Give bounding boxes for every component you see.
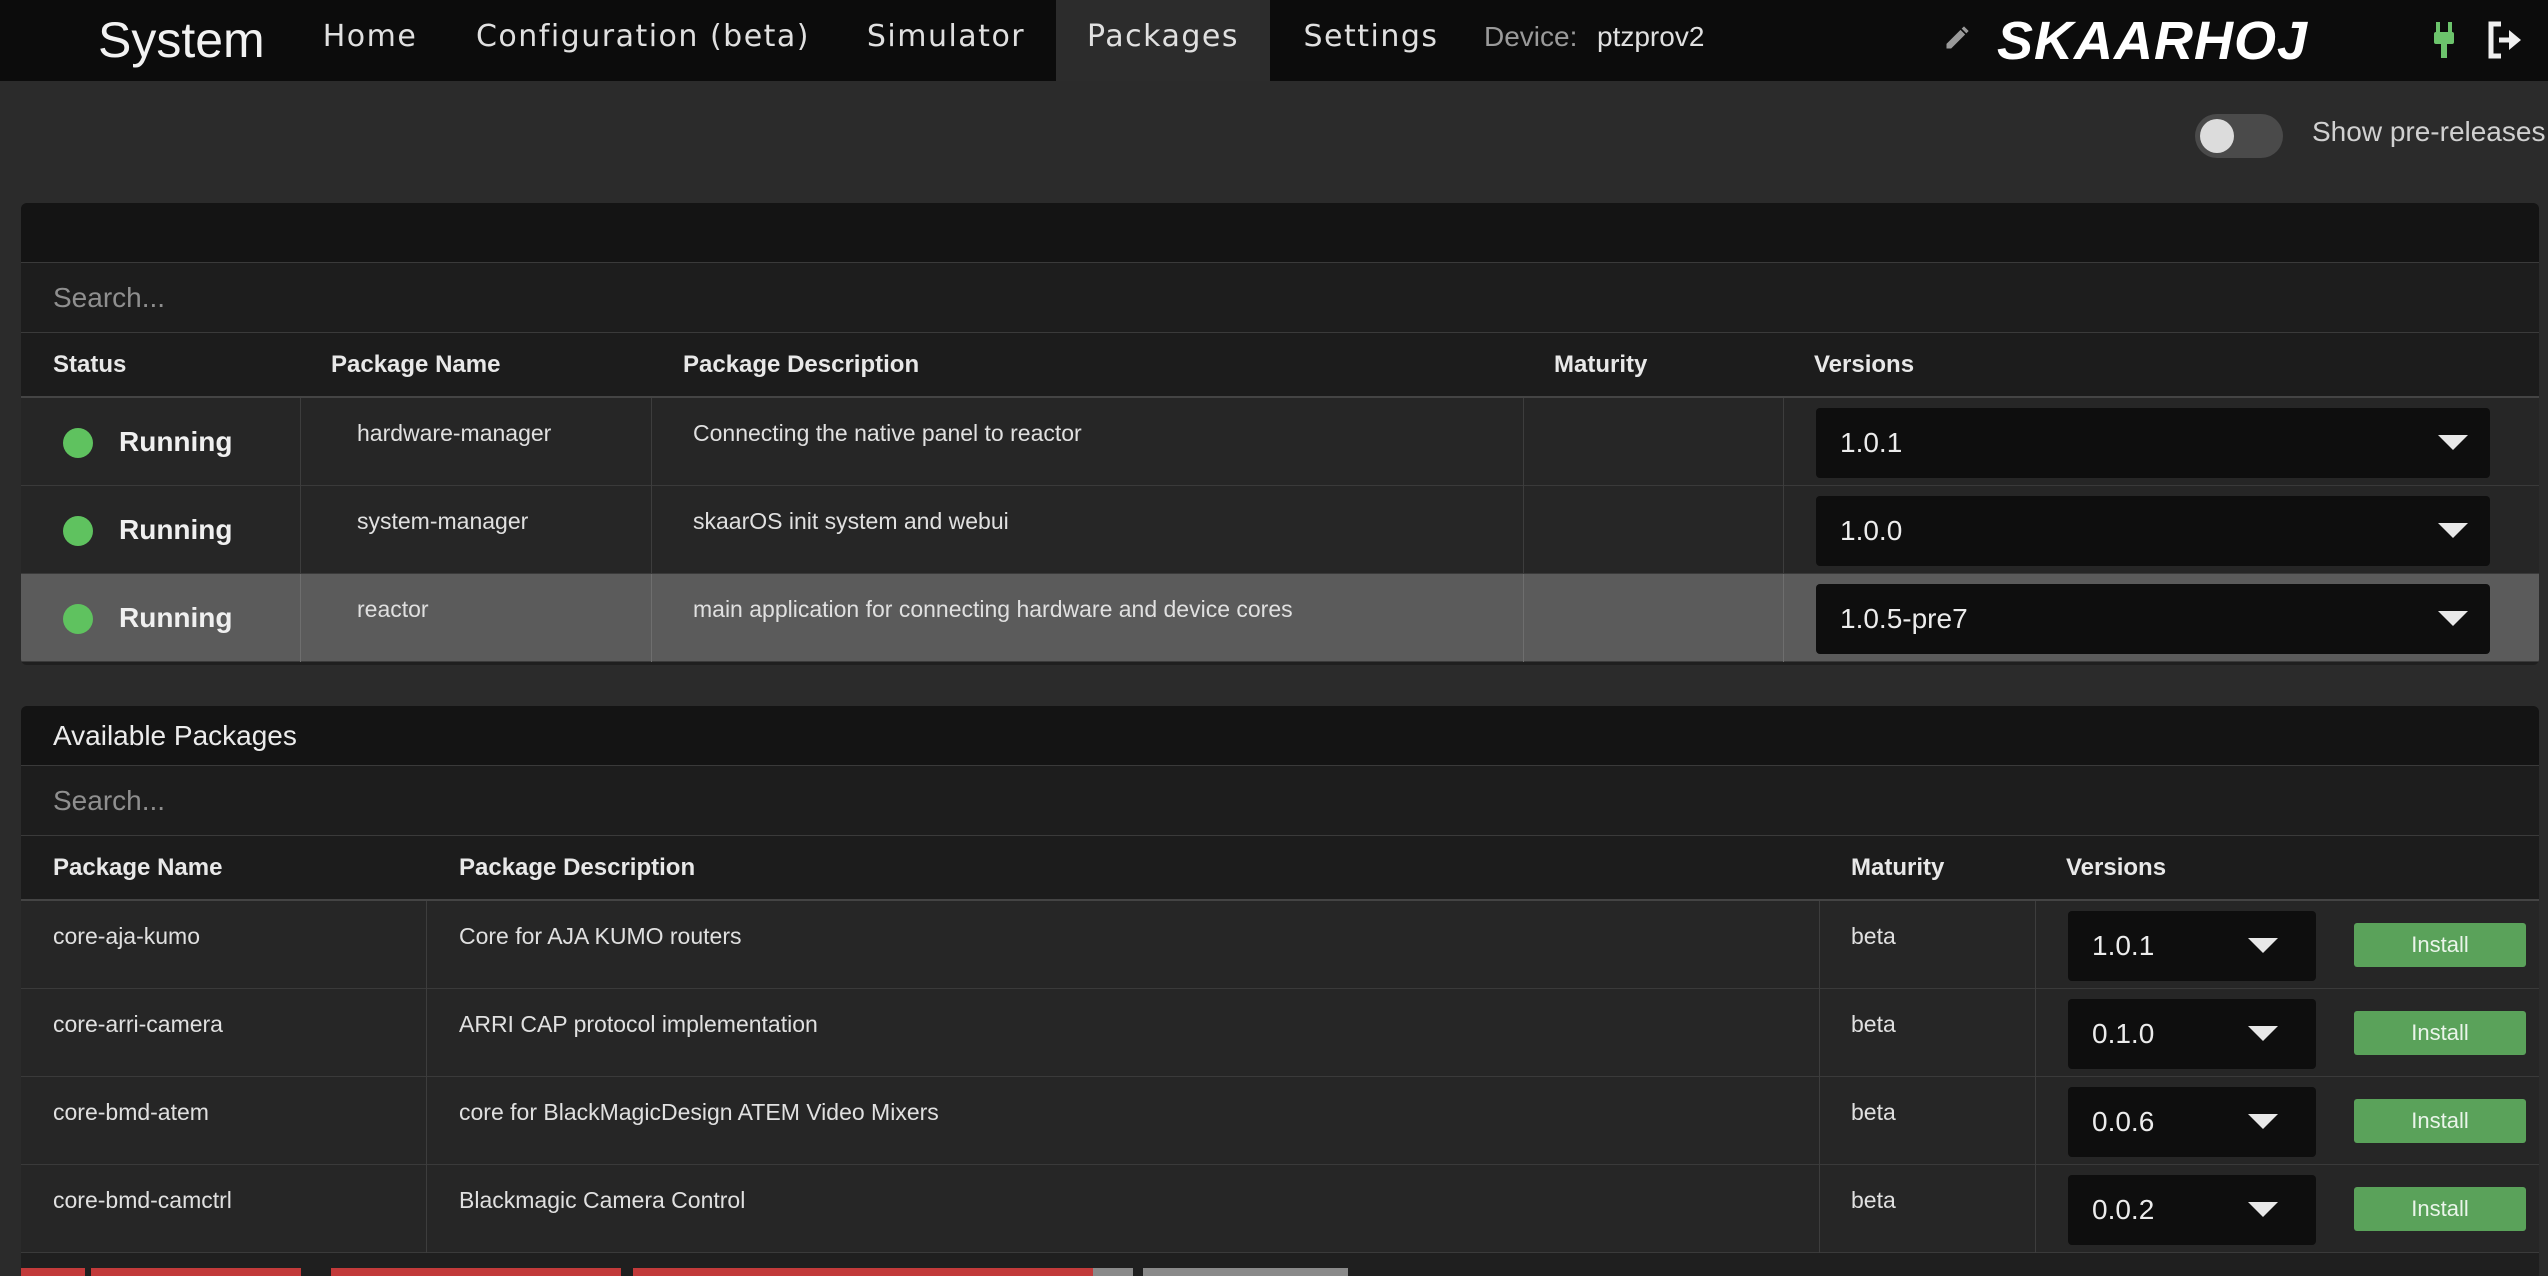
version-value: 0.0.2 <box>2092 1194 2155 1225</box>
install-button[interactable]: Install <box>2354 1011 2526 1055</box>
col-maturity[interactable]: Maturity <box>1851 836 1944 899</box>
prerelease-label: Show pre-releases <box>2312 116 2546 147</box>
version-value: 1.0.5-pre7 <box>1840 603 1968 634</box>
app-title: System <box>98 12 265 68</box>
table-row[interactable]: Running system-manager skaarOS init syst… <box>21 486 2539 574</box>
top-navbar: System Home Configuration (beta) Simulat… <box>0 0 2548 81</box>
package-maturity: beta <box>1851 923 1896 949</box>
package-name: core-bmd-atem <box>53 1099 209 1125</box>
package-name: hardware-manager <box>357 420 552 446</box>
tab-settings[interactable]: Settings <box>1290 0 1452 81</box>
available-search-row <box>21 766 2539 836</box>
tab-configuration[interactable]: Configuration (beta) <box>460 0 826 81</box>
table-row[interactable]: core-bmd-atem core for BlackMagicDesign … <box>21 1077 2539 1165</box>
version-value: 1.0.1 <box>2092 930 2155 961</box>
status-running-icon <box>63 516 93 546</box>
logout-icon[interactable] <box>2485 20 2525 60</box>
package-description: main application for connecting hardware… <box>693 596 1293 622</box>
version-value: 1.0.0 <box>1840 515 1903 546</box>
device-name[interactable]: ptzprov2 <box>1597 0 1704 81</box>
install-button[interactable]: Install <box>2354 1099 2526 1143</box>
install-button[interactable]: Install <box>2354 1187 2526 1231</box>
col-versions[interactable]: Versions <box>1814 333 1914 396</box>
installed-packages-panel: Status Package Name Package Description … <box>21 203 2539 665</box>
package-name: core-arri-camera <box>53 1011 223 1037</box>
chevron-down-icon <box>2248 1202 2278 1217</box>
version-select[interactable]: 1.0.1 <box>2068 911 2316 981</box>
status-running-icon <box>63 604 93 634</box>
installed-panel-header <box>21 203 2539 263</box>
package-name: core-bmd-camctrl <box>53 1187 232 1213</box>
status-text: Running <box>119 602 233 633</box>
table-row[interactable]: core-arri-camera ARRI CAP protocol imple… <box>21 989 2539 1077</box>
col-package-name[interactable]: Package Name <box>331 333 500 396</box>
next-row-strip <box>21 1268 2539 1276</box>
device-label: Device: <box>1484 21 1578 52</box>
available-panel-title: Available Packages <box>21 706 2539 766</box>
version-select[interactable]: 1.0.5-pre7 <box>1816 584 2490 654</box>
chevron-down-icon <box>2438 435 2468 450</box>
available-packages-panel: Available Packages Package Name Package … <box>21 706 2539 1276</box>
package-description: skaarOS init system and webui <box>693 508 1009 534</box>
package-name: reactor <box>357 596 429 622</box>
toggle-knob <box>2200 119 2234 153</box>
chevron-down-icon <box>2248 938 2278 953</box>
table-row[interactable]: core-aja-kumo Core for AJA KUMO routers … <box>21 901 2539 989</box>
package-description: Connecting the native panel to reactor <box>693 420 1082 446</box>
version-select[interactable]: 0.0.2 <box>2068 1175 2316 1245</box>
installed-search-row <box>21 263 2539 333</box>
available-table-header: Package Name Package Description Maturit… <box>21 836 2539 901</box>
package-description: core for BlackMagicDesign ATEM Video Mix… <box>459 1099 939 1125</box>
col-versions[interactable]: Versions <box>2066 836 2166 899</box>
col-package-description[interactable]: Package Description <box>683 333 919 396</box>
package-maturity: beta <box>1851 1099 1896 1125</box>
chevron-down-icon <box>2248 1026 2278 1041</box>
install-button[interactable]: Install <box>2354 923 2526 967</box>
package-maturity: beta <box>1851 1011 1896 1037</box>
col-maturity[interactable]: Maturity <box>1554 333 1647 396</box>
chevron-down-icon <box>2438 523 2468 538</box>
package-maturity: beta <box>1851 1187 1896 1213</box>
pencil-icon[interactable] <box>1943 24 1971 52</box>
package-name: system-manager <box>357 508 529 534</box>
version-value: 0.1.0 <box>2092 1018 2155 1049</box>
prerelease-toggle[interactable] <box>2195 114 2283 158</box>
installed-search-input[interactable] <box>53 281 1253 314</box>
col-package-name[interactable]: Package Name <box>53 836 222 899</box>
skaarhoj-logo: SKAARHOJ <box>1997 11 2309 71</box>
version-select[interactable]: 0.0.6 <box>2068 1087 2316 1157</box>
version-select[interactable]: 1.0.0 <box>1816 496 2490 566</box>
package-maturity <box>1541 398 1557 485</box>
version-value: 1.0.1 <box>1840 427 1903 458</box>
table-row[interactable]: core-bmd-camctrl Blackmagic Camera Contr… <box>21 1165 2539 1253</box>
package-name: core-aja-kumo <box>53 923 200 949</box>
status-running-icon <box>63 428 93 458</box>
chevron-down-icon <box>2248 1114 2278 1129</box>
col-package-description[interactable]: Package Description <box>459 836 695 899</box>
table-row[interactable]: Running reactor main application for con… <box>21 574 2539 662</box>
version-value: 0.0.6 <box>2092 1106 2155 1137</box>
package-maturity <box>1541 486 1557 573</box>
col-status[interactable]: Status <box>53 333 126 396</box>
installed-table-header: Status Package Name Package Description … <box>21 333 2539 398</box>
plug-icon[interactable] <box>2431 20 2457 60</box>
version-select[interactable]: 0.1.0 <box>2068 999 2316 1069</box>
version-select[interactable]: 1.0.1 <box>1816 408 2490 478</box>
status-text: Running <box>119 514 233 545</box>
chevron-down-icon <box>2438 611 2468 626</box>
available-search-input[interactable] <box>53 784 1253 817</box>
tab-simulator[interactable]: Simulator <box>852 0 1040 81</box>
tab-home[interactable]: Home <box>304 0 436 81</box>
package-description: ARRI CAP protocol implementation <box>459 1011 818 1037</box>
package-description: Core for AJA KUMO routers <box>459 923 742 949</box>
package-description: Blackmagic Camera Control <box>459 1187 746 1213</box>
table-row[interactable]: Running hardware-manager Connecting the … <box>21 398 2539 486</box>
package-maturity <box>1541 574 1557 661</box>
status-text: Running <box>119 426 233 457</box>
tab-packages[interactable]: Packages <box>1056 0 1270 81</box>
